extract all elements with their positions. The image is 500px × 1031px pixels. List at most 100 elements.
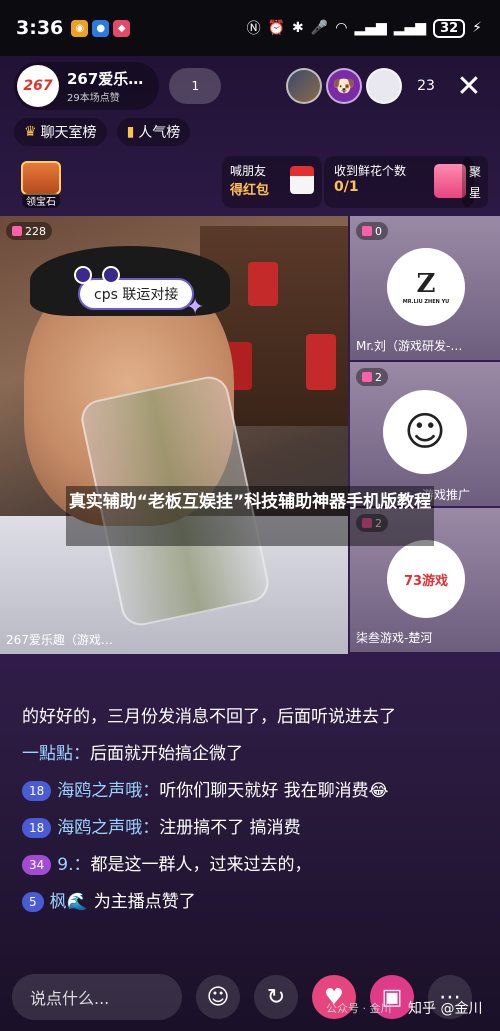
badge-count: 0 xyxy=(375,224,382,238)
comment-input[interactable]: 说点什么... xyxy=(12,974,182,1020)
level-badge: 5 xyxy=(22,892,44,912)
guest-name: Mr.刘（游戏研发-… xyxy=(356,339,463,353)
cps-sticker: cps 联运对接 ✦ xyxy=(74,266,204,320)
battery: 32 xyxy=(433,18,466,38)
viewer-avatar[interactable] xyxy=(286,68,322,104)
app-icon: ● xyxy=(92,19,110,37)
chat-list[interactable]: 的好好的，三月份发消息不回了，后面听说进去了 一點點：后面就开始搞企微了 18 海… xyxy=(22,702,482,924)
rank-label: 人气榜 xyxy=(138,125,181,141)
chat-text: 都是这一群人，过来过去的， xyxy=(90,855,312,875)
popularity-rank-button[interactable]: ▮ 人气榜 xyxy=(116,118,191,146)
star-gather-button[interactable]: 聚 星 xyxy=(462,156,488,208)
viewer-count[interactable]: 23 xyxy=(406,78,446,94)
viewer-icon xyxy=(362,372,372,382)
invite-task[interactable]: 喊朋友 得红包 xyxy=(222,156,322,208)
heart-icon: 1 xyxy=(191,79,200,93)
bluetooth-icon: ✱ xyxy=(292,20,304,36)
chat-user[interactable]: 9.： xyxy=(57,855,90,875)
sticker-eye xyxy=(74,266,92,284)
chat-user[interactable]: 一點點： xyxy=(22,744,90,764)
guest-portrait: ☺ xyxy=(383,390,467,474)
host-name: 267爱乐… xyxy=(67,70,144,88)
viewer-avatar[interactable] xyxy=(366,68,402,104)
weibo-icon: ◉ xyxy=(71,19,89,37)
signal-icon: ▂▄▆ xyxy=(354,20,387,36)
chat-text: 注册搞不了 搞消费 xyxy=(159,818,301,838)
level-badge: 34 xyxy=(22,855,52,875)
viewer-badge: 2 xyxy=(356,368,388,386)
chest-label: 领宝石 xyxy=(22,193,60,208)
star-gather-char: 聚 xyxy=(468,165,481,179)
treasure-chest-button[interactable]: 领宝石 xyxy=(16,154,66,208)
tea-can xyxy=(306,334,336,390)
chat-message: 18 海鸥之声哦：听你们聊天就好 我在聊消费😂 xyxy=(22,776,482,806)
host-avatar[interactable]: 267 xyxy=(17,65,59,107)
sparkle-icon: ✦ xyxy=(185,295,205,320)
chat-message: 一點點：后面就开始搞企微了 xyxy=(22,739,482,769)
rank-label: 聊天室榜 xyxy=(40,125,97,141)
app2-icon: ◆ xyxy=(113,19,131,37)
mic-icon: 🎤 xyxy=(310,20,329,36)
chat-user[interactable]: 海鸥之声哦： xyxy=(57,818,159,838)
wifi-icon: ◠ xyxy=(335,20,348,36)
guest-logo-text: MR.LIU ZHEN YU xyxy=(402,299,450,305)
chat-text: 听你们聊天就好 我在聊消费😂 xyxy=(159,781,389,801)
host-likes: 29本场点赞 xyxy=(67,93,120,104)
system-icons: Ⓝ ⏰ ✱ 🎤 ◠ ▂▄▆ ▂▄▆ 32 ⚡ xyxy=(247,18,482,38)
follow-button[interactable]: 1 xyxy=(169,68,222,104)
clock: 3:36 xyxy=(16,17,64,39)
status-bar: 3:36 ◉ ● ◆ Ⓝ ⏰ ✱ 🎤 ◠ ▂▄▆ ▂▄▆ 32 ⚡ xyxy=(0,0,500,56)
guest-video[interactable]: 2 ☺ 游戏推广 xyxy=(350,362,500,506)
nfc-icon: Ⓝ xyxy=(246,21,261,37)
watermark-wechat: 公众号 · 金川 xyxy=(326,1002,392,1015)
alarm-icon: ⏰ xyxy=(267,20,286,36)
level-badge: 18 xyxy=(22,781,52,801)
tea-can xyxy=(248,262,278,306)
video-grid: 228 cps 联运对接 ✦ 267爱乐趣（游戏… 0 Z MR.LIU ZHEN… xyxy=(0,216,500,654)
viewer-icon xyxy=(362,226,372,236)
chat-message: 34 9.：都是这一群人，过来过去的， xyxy=(22,850,482,880)
share-icon[interactable]: ↻ xyxy=(254,975,298,1019)
chat-text: 的好好的，三月份发消息不回了，后面听说进去了 xyxy=(22,707,396,727)
host-card[interactable]: 267 267爱乐… 29本场点赞 xyxy=(14,62,160,110)
badge-count: 228 xyxy=(25,224,46,238)
viewer-icon xyxy=(12,226,22,236)
badge-count: 2 xyxy=(375,370,382,384)
task-row: 领宝石 喊朋友 得红包 收到鲜花个数 0/1 聚 星 xyxy=(12,154,488,210)
guest-logo: Z MR.LIU ZHEN YU xyxy=(387,248,465,326)
charging-icon: ⚡ xyxy=(472,20,482,36)
rank-row: ♛ 聊天室榜 ▮ 人气榜 xyxy=(14,118,191,146)
overlay-caption: 真实辅助“老板互娱挂”科技辅助神器手机版教程 xyxy=(66,486,434,546)
guest-video[interactable]: 0 Z MR.LIU ZHEN YU Mr.刘（游戏研发-… xyxy=(350,216,500,360)
viewer-badge: 0 xyxy=(356,222,388,240)
sticker-text: cps 联运对接 xyxy=(94,287,179,303)
guest-logo: 73游戏 xyxy=(387,540,465,618)
host-info: 267爱乐… 29本场点赞 xyxy=(67,68,143,104)
red-envelope-icon xyxy=(290,166,314,194)
viewer-badge: 228 xyxy=(6,222,52,240)
chat-message: 的好好的，三月份发消息不回了，后面听说进去了 xyxy=(22,702,482,732)
flower-task[interactable]: 收到鲜花个数 0/1 xyxy=(324,156,474,208)
viewer-list[interactable]: 🐶 23 xyxy=(286,68,446,104)
viewer-avatar[interactable]: 🐶 xyxy=(326,68,362,104)
guest-name: 柒叁游戏-楚河 xyxy=(356,631,433,645)
chat-message: 18 海鸥之声哦：注册搞不了 搞消费 xyxy=(22,813,482,843)
emoji-icon[interactable]: ☺ xyxy=(196,975,240,1019)
watermark-zhihu: 知乎 @金川 xyxy=(408,1001,483,1017)
main-video-name: 267爱乐趣（游戏… xyxy=(6,633,113,647)
chat-message: 5 枫🌊 为主播点赞了 xyxy=(22,887,482,917)
chatroom-rank-button[interactable]: ♛ 聊天室榜 xyxy=(14,118,107,146)
crown-icon: ♛ xyxy=(24,124,37,140)
star-gather-char: 星 xyxy=(468,186,481,200)
sticker-eye xyxy=(102,266,120,284)
main-video[interactable]: 228 cps 联运对接 ✦ 267爱乐趣（游戏… xyxy=(0,216,348,654)
chest-icon xyxy=(21,161,61,195)
chat-user[interactable]: 海鸥之声哦： xyxy=(57,781,159,801)
room-header: 267 267爱乐… 29本场点赞 1 🐶 23 ✕ xyxy=(14,62,486,110)
signal2-icon: ▂▄▆ xyxy=(393,20,427,36)
chat-text: 为主播点赞了 xyxy=(93,892,196,912)
notification-icons: ◉ ● ◆ xyxy=(71,19,131,37)
chat-user[interactable]: 枫🌊 xyxy=(50,892,88,912)
close-icon[interactable]: ✕ xyxy=(452,69,486,104)
level-badge: 18 xyxy=(22,818,52,838)
